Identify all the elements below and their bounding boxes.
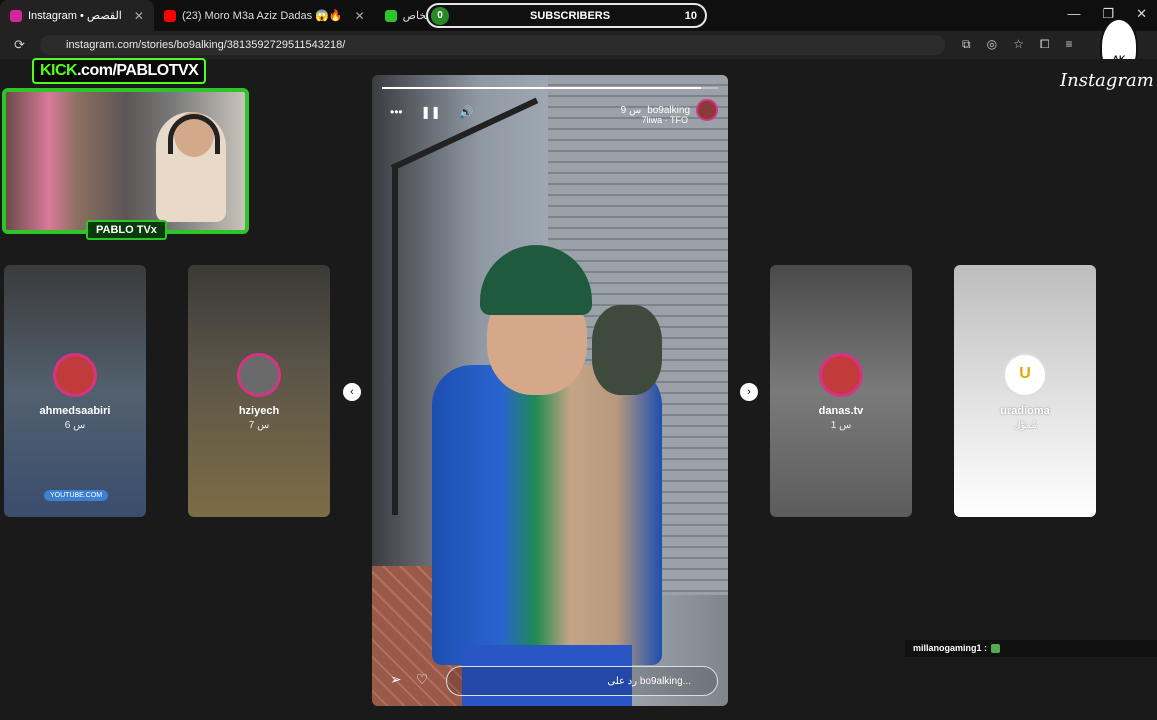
close-tab-icon[interactable]: ✕ <box>134 9 144 23</box>
active-story[interactable]: ••• ❚❚ 🔊 9 س bo9alking 7liwa · TFO ➢ ♡ ر… <box>372 75 728 706</box>
eye-off-icon[interactable]: ◎ <box>987 37 997 52</box>
address-bar-icons: ⧉ ◎ ☆ ⧠ ≡ <box>962 37 1072 52</box>
tab-instagram[interactable]: Instagram • القصص ✕ <box>0 0 154 31</box>
story-username: uradioma <box>1000 405 1050 417</box>
kick-logo: KICK.com/PABLOTVX <box>32 58 207 84</box>
story-subject <box>432 175 662 706</box>
install-icon[interactable]: ⧉ <box>962 37 971 52</box>
address-bar: ⟳ instagram.com/stories/bo9alking/381359… <box>0 31 1157 59</box>
subscribers-goal-overlay: 0 SUBSCRIBERS 10 <box>426 3 707 28</box>
story-footer-actions: ➢ ♡ <box>390 671 428 688</box>
story-controls: ••• ❚❚ 🔊 <box>390 105 474 119</box>
story-progress-fill <box>382 87 702 89</box>
tab-title: Instagram • القصص <box>28 10 122 22</box>
story-username: danas.tv <box>818 405 864 417</box>
next-story-button[interactable]: › <box>740 383 758 401</box>
tab-title: (23) Moro M3a Aziz Dadas 😱🔥 <box>181 10 343 22</box>
instagram-favicon-icon <box>10 9 22 22</box>
avatar <box>53 353 97 397</box>
kick-suffix: .com/PABLOTVX <box>77 62 199 79</box>
extensions-icon[interactable]: ⧠ <box>1040 37 1050 52</box>
story-card[interactable]: uradioma مُموّل <box>954 265 1096 517</box>
avatar[interactable] <box>696 99 718 121</box>
streamer-name: PABLO TVx <box>86 220 167 240</box>
story-time: 9 س <box>620 104 642 116</box>
chat-message: millanogaming1 : <box>905 640 1157 657</box>
star-icon[interactable]: ☆ <box>1013 37 1024 52</box>
webcam-overlay <box>2 88 249 234</box>
avatar <box>819 353 863 397</box>
story-card[interactable]: danas.tv 1 س <box>770 265 912 517</box>
more-options-icon[interactable]: ••• <box>390 105 403 119</box>
story-time: 7 س <box>248 420 270 431</box>
background-rail <box>392 165 398 515</box>
share-icon[interactable]: ➢ <box>390 671 402 688</box>
instagram-logo[interactable]: Instagram <box>1060 70 1154 91</box>
avatar <box>237 353 281 397</box>
story-username[interactable]: bo9alking <box>647 105 690 116</box>
heart-icon[interactable]: ♡ <box>416 671 429 688</box>
youtube-favicon-icon <box>163 9 176 22</box>
tab-youtube[interactable]: (23) Moro M3a Aziz Dadas 😱🔥 ✕ <box>154 0 375 31</box>
story-song[interactable]: 7liwa · TFO <box>642 115 688 125</box>
chat-username: millanogaming1 : <box>913 643 988 653</box>
url-field[interactable]: instagram.com/stories/bo9alking/38135927… <box>40 35 945 55</box>
story-username: ahmedsaabiri <box>39 405 111 417</box>
subject-glove <box>592 305 662 395</box>
story-time: 6 س <box>64 420 86 431</box>
subject-jacket <box>432 365 662 665</box>
reply-input[interactable]: رد على bo9alking... <box>446 666 718 696</box>
story-time: مُموّل <box>1013 420 1037 431</box>
subscribers-count: 0 <box>431 6 449 25</box>
minimize-button[interactable]: — <box>1067 6 1080 22</box>
story-card[interactable]: ahmedsaabiri 6 س YOUTUBE.COM <box>4 265 146 517</box>
url-text: instagram.com/stories/bo9alking/38135927… <box>66 39 346 51</box>
volume-icon[interactable]: 🔊 <box>459 105 474 119</box>
app-favicon-icon <box>384 9 397 22</box>
previous-story-button[interactable]: ‹ <box>343 383 361 401</box>
story-time: 1 س <box>830 420 852 431</box>
close-window-button[interactable]: ✕ <box>1136 6 1147 22</box>
kick-brand: KICK <box>40 62 78 79</box>
story-username: hziyech <box>238 405 280 417</box>
link-sticker: YOUTUBE.COM <box>44 490 109 501</box>
subject-beanie <box>480 245 592 315</box>
window-controls: — ❐ ✕ <box>1067 6 1147 22</box>
avatar <box>1003 353 1047 397</box>
emote-icon <box>991 644 1001 654</box>
reply-placeholder: رد على bo9alking... <box>607 675 691 687</box>
reload-icon[interactable]: ⟳ <box>14 37 25 53</box>
media-icon[interactable]: ≡ <box>1065 37 1072 52</box>
close-tab-icon[interactable]: ✕ <box>355 9 365 23</box>
story-progress-bar <box>382 87 718 89</box>
subscribers-goal: 10 <box>684 9 697 22</box>
story-card[interactable]: hziyech 7 س <box>188 265 330 517</box>
subscribers-label: SUBSCRIBERS <box>530 9 611 22</box>
pause-icon[interactable]: ❚❚ <box>421 105 441 119</box>
